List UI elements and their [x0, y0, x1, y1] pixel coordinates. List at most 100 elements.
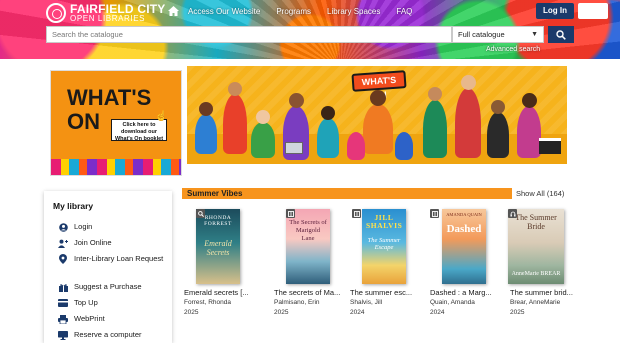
book-title[interactable]: The summer esc... [350, 288, 424, 297]
sidebar-item-label: WebPrint [74, 314, 105, 323]
book-cover[interactable]: JILL SHALVIS The Summer Escape [362, 209, 406, 284]
search-scope-select[interactable]: Full catalogue ▼ [452, 26, 544, 43]
summer-vibes-section-bar: Summer Vibes [182, 188, 512, 199]
logo-subtitle: OPEN LIBRARIES [70, 14, 146, 23]
sidebar-item-login[interactable]: Login [58, 222, 92, 232]
book-item[interactable]: The Summer Bride AnneMarie BREAR The sum… [506, 207, 582, 317]
login-button[interactable]: Log In [536, 3, 574, 19]
illustration-person [517, 106, 541, 158]
book-item[interactable]: JILL SHALVIS The Summer Escape The summe… [346, 207, 422, 317]
book-title[interactable]: Emerald secrets [... [184, 288, 258, 297]
audio-icon[interactable] [508, 209, 517, 218]
chevron-down-icon: ▼ [531, 31, 538, 38]
cover-author: AMANDA QUAIN [446, 212, 482, 217]
illustration-head [321, 106, 335, 120]
book-author: Palmisano, Erin [274, 299, 320, 306]
cover-title: Dashed [446, 223, 482, 235]
printer-icon [58, 314, 68, 324]
book-year: 2025 [184, 309, 199, 316]
search-input[interactable]: Search the catalogue [46, 26, 452, 43]
book-title[interactable]: Dashed : a Marg... [430, 288, 504, 297]
card-icon [58, 298, 68, 308]
illustration-person [347, 132, 365, 160]
illustration-head [228, 82, 242, 96]
pin-icon [58, 254, 68, 264]
sidebar-item-join[interactable]: Join Online [58, 238, 112, 248]
illustration-person [395, 132, 413, 160]
nav-access-website[interactable]: Access Our Website [188, 7, 260, 16]
top-navigation: Access Our Website Programs Library Spac… [166, 5, 428, 17]
book-icon[interactable] [286, 209, 295, 218]
cursor-hand-icon: ☝ [155, 111, 168, 122]
search-icon [556, 29, 566, 40]
illustration-head [199, 102, 213, 116]
language-button[interactable] [578, 3, 608, 19]
book-year: 2024 [430, 309, 445, 316]
sidebar-item-label: Suggest a Purchase [74, 282, 142, 291]
book-icon[interactable] [430, 209, 439, 218]
whats-on-heading-1: WHAT'S [67, 85, 152, 110]
book-year: 2025 [510, 309, 525, 316]
book-title[interactable]: The summer brid... [510, 288, 584, 297]
illustration-person [317, 118, 339, 158]
advanced-search-link[interactable]: Advanced search [486, 46, 540, 53]
book-year: 2025 [274, 309, 289, 316]
illustration-head [428, 87, 442, 101]
illustration-head [289, 93, 304, 108]
book-item[interactable]: The Secrets of Marigold Lane The secrets… [270, 207, 346, 317]
monitor-icon [58, 330, 68, 340]
book-author: Forrest, Rhonda [184, 299, 231, 306]
illustration-person [423, 100, 447, 158]
book-author: Shalvis, Jill [350, 299, 383, 306]
clapperboard-icon [539, 138, 561, 154]
book-cover[interactable]: The Secrets of Marigold Lane [286, 209, 330, 284]
book-icon[interactable] [352, 209, 361, 218]
illustration-head [370, 90, 386, 106]
cover-title: The Secrets of Marigold Lane [289, 219, 327, 242]
whats-on-booklet-card[interactable]: WHAT'S ON Click here to download our Wha… [50, 70, 182, 176]
book-item[interactable]: RHONDA FORREST Emerald Secrets Emerald s… [180, 207, 256, 317]
whats-on-heading-2: ON [67, 109, 100, 134]
book-cover[interactable]: RHONDA FORREST Emerald Secrets [196, 209, 240, 284]
illustration-head [461, 75, 476, 90]
illustration-person [363, 104, 393, 154]
illustration-head [491, 100, 505, 114]
search-icon[interactable] [196, 209, 205, 218]
illustration-person [251, 122, 275, 158]
sidebar-item-label: Inter-Library Loan Request [74, 254, 164, 263]
gift-icon [58, 282, 68, 292]
cover-title: The Summer Escape [367, 237, 401, 251]
sidebar-item-inter-library-loan[interactable]: Inter-Library Loan Request [58, 254, 164, 264]
sidebar-item-reserve-computer[interactable]: Reserve a computer [58, 330, 142, 340]
nav-programs[interactable]: Programs [276, 7, 311, 16]
home-icon[interactable] [166, 5, 180, 17]
my-library-heading: My library [53, 201, 94, 211]
illustration-head [256, 110, 270, 124]
book-item[interactable]: AMANDA QUAIN Dashed Dashed : a Marg... Q… [426, 207, 502, 317]
sidebar-item-top-up[interactable]: Top Up [58, 298, 98, 308]
nav-library-spaces[interactable]: Library Spaces [327, 7, 380, 16]
sidebar-item-label: Login [74, 222, 93, 231]
section-title: Summer Vibes [187, 189, 243, 198]
laptop-icon [285, 142, 303, 154]
banner-title: WHAT'S ON [351, 70, 407, 100]
sidebar-item-webprint[interactable]: WebPrint [58, 314, 105, 324]
library-logo[interactable]: FAIRFIELD CITY OPEN LIBRARIES [46, 2, 165, 24]
book-author: Quain, Amanda [430, 299, 475, 306]
sidebar-item-label: Reserve a computer [74, 330, 142, 339]
book-cover[interactable]: The Summer Bride AnneMarie BREAR [508, 209, 564, 284]
search-button[interactable] [548, 26, 574, 43]
download-booklet-text: Click here to download our What's On boo… [111, 119, 167, 142]
search-scope-value: Full catalogue [458, 30, 505, 39]
my-library-panel: My library Login Join Online Inter-Libra… [44, 191, 172, 343]
nav-faq[interactable]: FAQ [396, 7, 412, 16]
sidebar-item-suggest-purchase[interactable]: Suggest a Purchase [58, 282, 142, 292]
cover-author: AnneMarie BREAR [511, 271, 561, 277]
show-all-link[interactable]: Show All (164) [516, 189, 564, 198]
sidebar-item-label: Join Online [74, 238, 112, 247]
illustration-head [522, 93, 537, 108]
book-cover[interactable]: AMANDA QUAIN Dashed [442, 209, 486, 284]
book-author: Brear, AnneMarie [510, 299, 561, 306]
book-title[interactable]: The secrets of Ma... [274, 288, 348, 297]
whats-on-banner[interactable]: WHAT'S ON [187, 66, 567, 164]
